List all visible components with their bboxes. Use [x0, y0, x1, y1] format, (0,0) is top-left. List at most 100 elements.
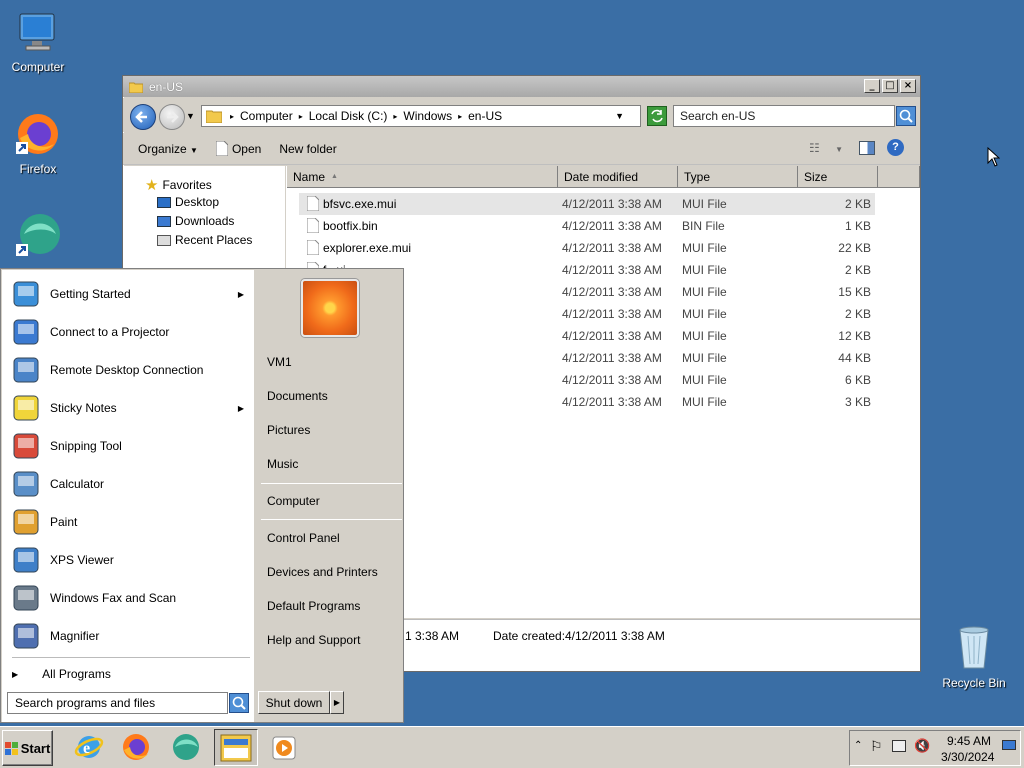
- user-picture[interactable]: [301, 279, 359, 337]
- start-program-label: Getting Started: [50, 287, 131, 301]
- search-input[interactable]: Search en-US: [673, 105, 895, 127]
- address-dropdown-icon[interactable]: ▼: [615, 111, 624, 121]
- desktop-icon-app[interactable]: [0, 212, 76, 264]
- start-link-item[interactable]: Help and Support: [267, 633, 401, 647]
- firefox-taskbar-icon[interactable]: [121, 732, 151, 762]
- shutdown-options-button[interactable]: ▶: [330, 691, 344, 714]
- ie-icon[interactable]: e: [74, 732, 104, 762]
- address-separator-icon: ▸: [393, 111, 398, 121]
- start-program-item[interactable]: Paint: [10, 504, 250, 540]
- address-separator-icon: ▸: [298, 111, 303, 121]
- desktop-icon-computer[interactable]: Computer: [0, 8, 76, 74]
- forward-button[interactable]: [159, 104, 185, 130]
- file-row[interactable]: bfsvc.exe.mui 4/12/2011 3:38 AM MUI File 2 …: [299, 193, 875, 215]
- start-button[interactable]: Start: [2, 730, 53, 766]
- file-size: 1 KB: [844, 219, 871, 233]
- nav-favorites[interactable]: ★ Favorites: [145, 176, 212, 194]
- breadcrumb-local-disk[interactable]: Local Disk (C:): [309, 109, 388, 123]
- window-titlebar[interactable]: en-US: [123, 76, 920, 97]
- start-link-item[interactable]: Control Panel: [267, 531, 401, 545]
- breadcrumb-computer[interactable]: Computer: [240, 109, 293, 123]
- column-header-name[interactable]: Name ▲: [287, 166, 558, 188]
- file-date: 4/12/2011 3:38 AM: [562, 373, 662, 387]
- back-arrow-icon: [135, 111, 147, 123]
- show-hidden-icons-button[interactable]: ⌃: [854, 740, 862, 751]
- calculator-icon: [10, 468, 42, 500]
- file-date: 4/12/2011 3:38 AM: [562, 285, 662, 299]
- start-program-item[interactable]: Remote Desktop Connection: [10, 352, 250, 388]
- file-name: explorer.exe.mui: [323, 241, 412, 255]
- start-link-item[interactable]: Documents: [267, 389, 401, 403]
- nav-desktop[interactable]: Desktop: [157, 195, 219, 209]
- file-type: MUI File: [682, 263, 727, 277]
- address-bar[interactable]: ▸ Computer ▸ Local Disk (C:) ▸ Windows ▸…: [201, 105, 641, 127]
- start-search-input[interactable]: Search programs and files: [7, 692, 228, 714]
- submenu-arrow-icon: ▶: [237, 289, 244, 299]
- breadcrumb-en-us[interactable]: en-US: [468, 109, 502, 123]
- start-program-item[interactable]: Getting Started ▶: [10, 276, 250, 312]
- explorer-taskbar-button[interactable]: [214, 729, 258, 766]
- desktop-folder-icon: [157, 196, 171, 208]
- start-link-item[interactable]: Music: [267, 457, 401, 471]
- media-player-icon[interactable]: [270, 734, 298, 762]
- start-link-item[interactable]: Computer: [267, 494, 401, 508]
- maximize-button[interactable]: □: [882, 79, 898, 93]
- column-header-type[interactable]: Type: [678, 166, 798, 188]
- file-row[interactable]: bootfix.bin 4/12/2011 3:38 AM BIN File 1 KB: [299, 215, 875, 237]
- help-icon[interactable]: ?: [887, 139, 904, 156]
- search-icon: [232, 696, 246, 710]
- start-program-item[interactable]: Sticky Notes ▶: [10, 390, 250, 426]
- search-button[interactable]: [896, 106, 916, 126]
- column-header-size[interactable]: Size: [798, 166, 878, 188]
- start-program-item[interactable]: Calculator: [10, 466, 250, 502]
- start-search-button[interactable]: [229, 693, 249, 713]
- view-options-icon[interactable]: ☷ ▼: [809, 141, 843, 155]
- file-size: 2 KB: [844, 307, 871, 321]
- app-taskbar-icon[interactable]: [170, 732, 202, 762]
- close-button[interactable]: ×: [900, 79, 916, 93]
- submenu-arrow-icon: ▶: [237, 403, 244, 413]
- preview-pane-icon[interactable]: [859, 141, 875, 155]
- desktop-icon-recycle-bin[interactable]: Recycle Bin: [936, 624, 1012, 690]
- action-center-flag-icon[interactable]: ⚐: [870, 738, 883, 755]
- start-program-item[interactable]: XPS Viewer: [10, 542, 250, 578]
- back-button[interactable]: [130, 104, 156, 130]
- recent-places-icon: [157, 234, 171, 246]
- address-separator-icon: ▸: [230, 111, 235, 121]
- column-header-date[interactable]: Date modified: [558, 166, 678, 188]
- start-link-item[interactable]: Default Programs: [267, 599, 401, 613]
- start-link-item[interactable]: Pictures: [267, 423, 401, 437]
- all-programs-button[interactable]: ▶ All Programs: [12, 663, 250, 685]
- fax-scan-icon: [10, 582, 42, 614]
- clock-date[interactable]: 3/30/2024: [941, 750, 994, 764]
- file-row[interactable]: explorer.exe.mui 4/12/2011 3:38 AM MUI Fil…: [299, 237, 875, 259]
- shutdown-button[interactable]: Shut down: [258, 691, 330, 714]
- breadcrumb-windows[interactable]: Windows: [403, 109, 452, 123]
- paint-icon: [10, 506, 42, 538]
- file-type: MUI File: [682, 307, 727, 321]
- start-link-item[interactable]: Devices and Printers: [267, 565, 401, 579]
- nav-downloads[interactable]: Downloads: [157, 214, 234, 228]
- file-date: 4/12/2011 3:38 AM: [562, 329, 662, 343]
- history-dropdown-icon[interactable]: ▼: [186, 111, 195, 121]
- organize-button[interactable]: Organize ▼: [138, 142, 198, 156]
- desktop-icon-label: Firefox: [19, 162, 57, 176]
- new-folder-button[interactable]: New folder: [279, 142, 336, 156]
- desktop-icon-firefox[interactable]: Firefox: [0, 110, 76, 176]
- file-size: 44 KB: [838, 351, 871, 365]
- refresh-button[interactable]: [647, 106, 667, 126]
- start-link-item[interactable]: VM1: [267, 355, 401, 369]
- volume-muted-icon[interactable]: 🔇: [914, 738, 930, 754]
- network-icon[interactable]: [892, 740, 906, 752]
- computer-icon: [14, 8, 62, 56]
- start-program-item[interactable]: Windows Fax and Scan: [10, 580, 250, 616]
- clock-time[interactable]: 9:45 AM: [947, 734, 991, 748]
- show-desktop-icon[interactable]: [1002, 740, 1016, 750]
- xps-viewer-icon: [10, 544, 42, 576]
- nav-recent-places[interactable]: Recent Places: [157, 233, 252, 247]
- open-button[interactable]: Open: [215, 141, 261, 156]
- minimize-button[interactable]: _: [864, 79, 880, 93]
- start-program-item[interactable]: Connect to a Projector: [10, 314, 250, 350]
- start-program-item[interactable]: Magnifier: [10, 618, 250, 654]
- start-program-item[interactable]: Snipping Tool: [10, 428, 250, 464]
